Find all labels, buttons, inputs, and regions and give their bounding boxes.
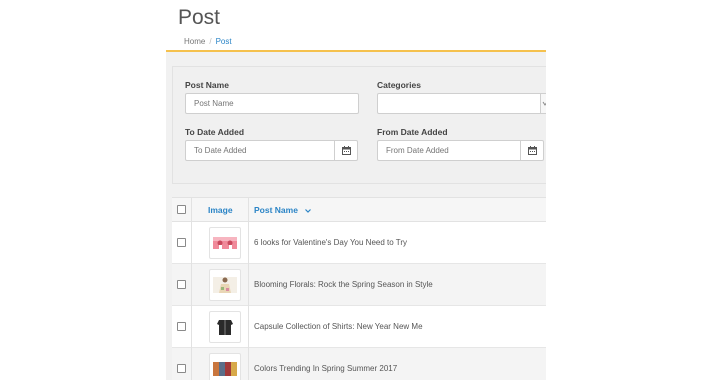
calendar-icon (527, 146, 537, 155)
post-name-cell: Blooming Florals: Rock the Spring Season… (254, 280, 433, 289)
table-row[interactable]: Capsule Collection of Shirts: New Year N… (172, 306, 546, 348)
row-checkbox[interactable] (177, 322, 186, 331)
page-title: Post (178, 6, 221, 29)
post-name-column-header[interactable]: Post Name (254, 198, 312, 222)
post-thumbnail[interactable] (209, 311, 241, 343)
breadcrumb-separator: / (209, 37, 212, 46)
filter-panel: Post Name Categories To Date Added From … (172, 66, 546, 184)
from-date-calendar-button[interactable] (520, 140, 544, 161)
column-divider (191, 198, 192, 380)
post-name-cell: Capsule Collection of Shirts: New Year N… (254, 322, 423, 331)
post-name-input[interactable] (185, 93, 359, 114)
florals-fashion-thumbnail (213, 277, 237, 293)
post-table: Image Post Name 6 looks for Valentine's … (172, 197, 546, 380)
table-header: Image Post Name (172, 198, 546, 222)
colors-trending-thumbnail (213, 362, 237, 376)
categories-label: Categories (377, 80, 421, 90)
post-thumbnail[interactable] (209, 269, 241, 301)
post-thumbnail[interactable] (209, 227, 241, 259)
categories-dropdown-toggle[interactable] (540, 94, 546, 113)
post-name-label: Post Name (185, 80, 229, 90)
table-row[interactable]: Blooming Florals: Rock the Spring Season… (172, 264, 546, 306)
categories-select[interactable] (377, 93, 546, 114)
breadcrumb-home-link[interactable]: Home (184, 37, 205, 46)
post-list-app: Post Home / Post Post Name Categories To D… (166, 0, 546, 380)
post-name-cell: 6 looks for Valentine's Day You Need to … (254, 238, 408, 247)
breadcrumb: Home / Post (184, 37, 232, 46)
chevron-down-icon (305, 208, 312, 213)
table-row[interactable]: 6 looks for Valentine's Day You Need to … (172, 222, 546, 264)
from-date-label: From Date Added (377, 127, 448, 137)
post-name-cell: Colors Trending In Spring Summer 2017 (254, 364, 398, 373)
table-row[interactable]: Colors Trending In Spring Summer 2017 (172, 348, 546, 380)
from-date-input[interactable] (377, 140, 521, 161)
post-thumbnail[interactable] (209, 353, 241, 380)
column-divider (248, 198, 249, 380)
valentine-fashion-thumbnail (213, 237, 237, 249)
chevron-down-icon (542, 101, 546, 106)
post-name-column-label: Post Name (254, 205, 298, 215)
row-checkbox[interactable] (177, 364, 186, 373)
select-all-checkbox[interactable] (177, 205, 186, 214)
shirts-collection-thumbnail (213, 318, 237, 336)
page-header: Post Home / Post (166, 0, 546, 52)
row-checkbox[interactable] (177, 238, 186, 247)
image-column-header[interactable]: Image (208, 198, 233, 222)
to-date-calendar-button[interactable] (334, 140, 358, 161)
row-checkbox[interactable] (177, 280, 186, 289)
to-date-label: To Date Added (185, 127, 245, 137)
to-date-input[interactable] (185, 140, 335, 161)
calendar-icon (341, 146, 351, 155)
breadcrumb-current[interactable]: Post (216, 37, 232, 46)
